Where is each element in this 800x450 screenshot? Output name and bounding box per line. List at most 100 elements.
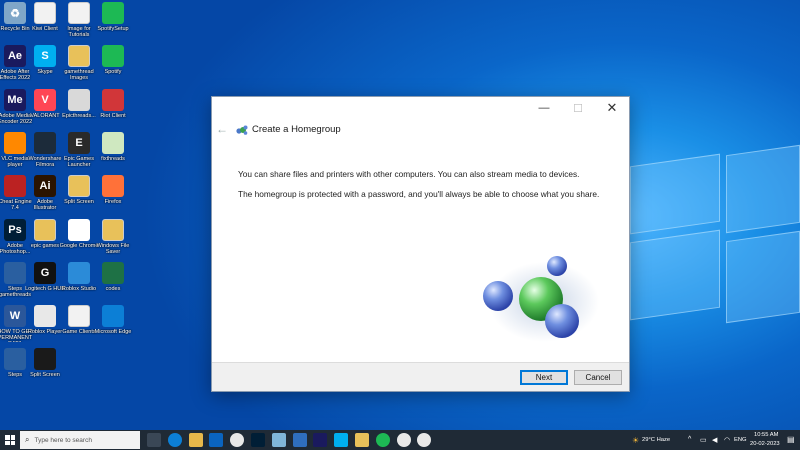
desktop-icon[interactable]: Split Screen xyxy=(62,175,96,219)
maximize-button[interactable]: ☐ xyxy=(561,97,595,119)
description-sharing: You can share files and printers with ot… xyxy=(238,169,580,179)
after-effects-icon: Ae xyxy=(4,45,26,68)
chevron-up-icon[interactable]: ^ xyxy=(688,436,691,443)
filmora-icon xyxy=(34,131,56,154)
desktop-icon[interactable]: Game Clients xyxy=(62,305,96,349)
chrome-icon xyxy=(68,218,90,241)
steps-icon xyxy=(4,348,26,371)
system-tray: ☀ 29°C Haze ^ ▭ ◀ ◠ ENG 10:55 AM 20-02-2… xyxy=(630,430,800,450)
media-encoder-icon[interactable] xyxy=(313,433,328,447)
folder-icon xyxy=(68,175,90,198)
search-icon: ⌕ xyxy=(25,435,30,444)
desktop-icon[interactable]: epic games xyxy=(28,218,62,263)
spotify-icon[interactable] xyxy=(375,433,390,447)
skype-icon: S xyxy=(34,45,56,68)
search-placeholder: Type here to search xyxy=(34,436,92,444)
media-encoder-icon: Me xyxy=(4,88,26,111)
desktop-icon[interactable]: V VALORANT xyxy=(28,88,62,133)
photoshop-icon: Ps xyxy=(4,218,26,241)
desktop-icon[interactable]: Image for Tutorials xyxy=(62,2,96,46)
skype-icon[interactable] xyxy=(334,433,349,447)
taskbar-search-box[interactable]: ⌕ Type here to search xyxy=(20,431,140,449)
notepad-icon xyxy=(102,131,124,154)
document-icon xyxy=(68,2,90,24)
excel-file-icon xyxy=(102,261,124,284)
desktop-icon[interactable]: codes xyxy=(96,261,130,306)
minimize-button[interactable]: — xyxy=(527,97,561,119)
folder-icon[interactable] xyxy=(355,433,369,447)
task-view-icon[interactable] xyxy=(147,433,161,447)
start-button[interactable] xyxy=(5,435,15,445)
desktop-icon[interactable]: Epicthreads... xyxy=(62,88,96,133)
network-icon[interactable]: ▭ xyxy=(700,436,707,444)
desktop-icon[interactable]: SpotifySetup xyxy=(96,2,130,46)
desktop-icon[interactable]: G Logitech G HUB xyxy=(25,261,65,306)
desktop-icon[interactable]: E Epic Games Launcher xyxy=(62,131,96,176)
chrome-icon[interactable] xyxy=(396,433,411,447)
spotify-icon xyxy=(102,45,124,68)
title-bar[interactable]: — ☐ ✕ xyxy=(212,97,629,119)
image-file-icon xyxy=(68,88,90,111)
notepad-icon[interactable] xyxy=(271,433,286,447)
logitech-icon: G xyxy=(34,261,56,284)
photoshop-icon[interactable] xyxy=(251,433,265,447)
file-explorer-icon[interactable] xyxy=(188,433,203,447)
taskbar: ⌕ Type here to search ☀ 29°C Haze ^ ▭ ◀ … xyxy=(0,430,800,450)
wifi-icon[interactable]: ◠ xyxy=(724,436,730,444)
desktop-icon[interactable]: S Skype xyxy=(28,45,62,89)
create-homegroup-dialog: — ☐ ✕ ← Create a Homegroup You can share… xyxy=(211,96,630,392)
desktop-icon[interactable]: Riot Client xyxy=(96,88,130,133)
desktop-icon[interactable]: Roblox Studio xyxy=(62,261,96,306)
mail-icon[interactable] xyxy=(209,433,224,447)
desktop-icon-label: Spotify xyxy=(104,69,122,76)
desktop-icon[interactable]: gamethread Images xyxy=(62,45,96,89)
illustrator-icon: Ai xyxy=(34,175,56,198)
chrome-icon[interactable] xyxy=(230,433,245,447)
clock-date[interactable]: 20-02-2023 xyxy=(750,441,780,447)
document-icon xyxy=(68,305,90,328)
back-arrow-icon[interactable]: ← xyxy=(216,122,228,136)
folder-icon xyxy=(34,218,56,241)
cancel-button[interactable]: Cancel xyxy=(574,370,622,385)
valorant-icon: V xyxy=(34,88,56,111)
desktop-icon-label: Firefox xyxy=(104,199,122,206)
desktop-icon[interactable]: Windows File Saver xyxy=(96,218,130,263)
next-button[interactable]: Next xyxy=(520,370,568,385)
folder-icon xyxy=(102,218,124,241)
weather-sun-icon[interactable]: ☀ xyxy=(632,436,639,445)
desktop-icon[interactable]: Ai Adobe Illustrator xyxy=(28,175,62,219)
roblox-studio-icon xyxy=(68,261,90,284)
language-indicator[interactable]: ENG xyxy=(734,437,747,443)
desktop-icon-grid: ♻ Recycle Bin Kiwi Client Image for Tutoria… xyxy=(0,0,140,430)
roblox-icon xyxy=(34,305,56,328)
volume-icon[interactable]: ◀ xyxy=(712,436,717,444)
firefox-icon xyxy=(102,175,124,198)
recycle-bin-icon: ♻ xyxy=(4,2,26,24)
desktop-icon[interactable]: Wondershare Filmora xyxy=(28,131,62,176)
desktop-icon-label: Microsoft Edge xyxy=(94,329,132,336)
close-button[interactable]: ✕ xyxy=(595,97,629,119)
edge-icon xyxy=(102,305,124,328)
riot-icon xyxy=(102,88,124,111)
clock-time[interactable]: 10:55 AM xyxy=(754,432,779,438)
desktop-icon[interactable]: fixthreads xyxy=(96,131,130,176)
desktop-icon[interactable]: Google Chrome xyxy=(60,218,98,263)
desktop-icon-label: Split Screen xyxy=(30,372,60,379)
desktop-icon[interactable]: Spotify xyxy=(96,45,130,89)
wallpaper-windows-logo xyxy=(600,144,800,430)
chrome-icon[interactable] xyxy=(417,433,432,447)
desktop-icon[interactable]: Microsoft Edge xyxy=(94,305,132,349)
edge-icon[interactable] xyxy=(167,433,182,447)
store-icon[interactable] xyxy=(292,433,307,447)
weather-text[interactable]: 29°C Haze xyxy=(642,437,670,443)
epic-games-icon: E xyxy=(68,131,90,154)
desktop-icon[interactable]: Firefox xyxy=(96,175,130,219)
desktop-icon[interactable]: Split Screen xyxy=(28,348,62,392)
word-doc-icon: W xyxy=(4,305,26,328)
notification-icon[interactable]: ▤ xyxy=(787,435,795,444)
cheat-engine-icon xyxy=(4,175,26,198)
desktop-icon-label: fixthreads xyxy=(101,155,125,162)
desktop-icon[interactable]: Kiwi Client xyxy=(28,2,62,46)
wizard-header: ← Create a Homegroup xyxy=(212,119,629,141)
desktop-icon[interactable]: Roblox Player xyxy=(28,305,62,349)
